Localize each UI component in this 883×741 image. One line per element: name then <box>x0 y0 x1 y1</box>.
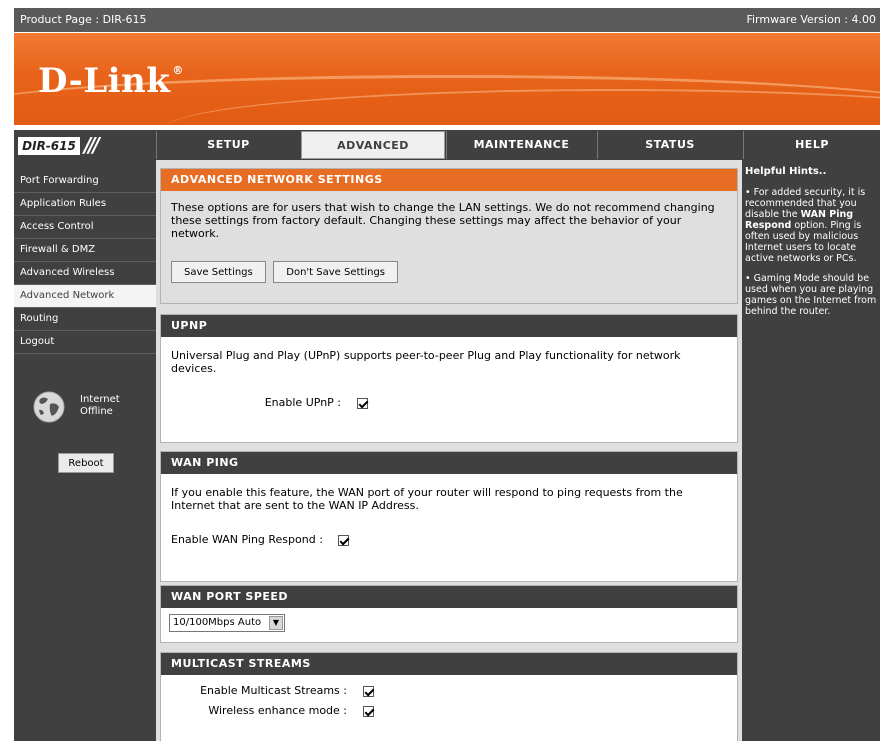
sidebar-item-logout[interactable]: Logout <box>14 331 156 354</box>
panel-title: WAN PING <box>161 452 737 474</box>
sidebar-item-advanced-network[interactable]: Advanced Network <box>14 285 156 308</box>
wireless-enhance-checkbox[interactable] <box>362 705 374 717</box>
wireless-enhance-label: Wireless enhance mode : <box>208 704 347 717</box>
wan-ping-panel: WAN PING If you enable this feature, the… <box>160 451 738 582</box>
model-slashes: /// <box>84 133 100 157</box>
dont-save-settings-button[interactable]: Don't Save Settings <box>273 261 398 283</box>
tab-maintenance[interactable]: MAINTENANCE <box>446 131 596 159</box>
brand-header: D-Link ® <box>14 33 880 125</box>
panel-title: WAN PORT SPEED <box>161 586 737 608</box>
upnp-description: Universal Plug and Play (UPnP) supports … <box>171 349 681 375</box>
save-settings-button[interactable]: Save Settings <box>171 261 266 283</box>
enable-wan-ping-label: Enable WAN Ping Respond : <box>171 533 323 546</box>
tab-advanced[interactable]: ADVANCED <box>301 131 445 159</box>
sidebar-item-firewall-dmz[interactable]: Firewall & DMZ <box>14 239 156 262</box>
help-title: Helpful Hints.. <box>745 166 827 177</box>
wan-ping-description: If you enable this feature, the WAN port… <box>171 486 683 512</box>
dlink-logo: D-Link ® <box>38 61 184 101</box>
main-nav: DIR-615 /// SETUP ADVANCED MAINTENANCE S… <box>14 130 880 160</box>
sidebar-item-access-control[interactable]: Access Control <box>14 216 156 239</box>
advanced-network-settings-panel: ADVANCED NETWORK SETTINGS These options … <box>160 168 738 304</box>
tab-status[interactable]: STATUS <box>597 131 742 159</box>
main-content: ADVANCED NETWORK SETTINGS These options … <box>156 160 742 741</box>
advanced-description: These options are for users that wish to… <box>171 201 715 240</box>
sidebar-item-advanced-wireless[interactable]: Advanced Wireless <box>14 262 156 285</box>
model-badge: DIR-615 /// <box>14 130 156 160</box>
help-panel: Helpful Hints.. • For added security, it… <box>742 160 880 741</box>
enable-multicast-checkbox[interactable] <box>362 685 374 697</box>
panel-title: ADVANCED NETWORK SETTINGS <box>161 169 737 191</box>
sidebar-item-port-forwarding[interactable]: Port Forwarding <box>14 170 156 193</box>
top-info-bar: Product Page : DIR-615 Firmware Version … <box>14 8 880 32</box>
internet-status: Internet Offline <box>32 390 142 430</box>
sidebar-item-routing[interactable]: Routing <box>14 308 156 331</box>
model-name: DIR-615 <box>18 137 80 155</box>
panel-title: MULTICAST STREAMS <box>161 653 737 675</box>
enable-wan-ping-checkbox[interactable] <box>338 534 350 546</box>
product-page-label: Product Page : DIR-615 <box>20 13 147 26</box>
chevron-down-icon[interactable]: ▼ <box>269 616 283 630</box>
page: { "topbar": { "product": "Product Page :… <box>0 0 883 741</box>
reboot-button[interactable]: Reboot <box>58 453 114 473</box>
enable-upnp-checkbox[interactable] <box>356 397 368 409</box>
enable-multicast-label: Enable Multicast Streams : <box>200 684 347 697</box>
wan-port-speed-select[interactable]: 10/100Mbps Auto ▼ <box>169 614 285 632</box>
internet-status-text: Internet Offline <box>80 394 120 417</box>
tab-setup[interactable]: SETUP <box>156 131 300 159</box>
sidebar-item-application-rules[interactable]: Application Rules <box>14 193 156 216</box>
globe-icon <box>33 391 65 423</box>
enable-upnp-label: Enable UPnP : <box>264 396 341 409</box>
firmware-version-label: Firmware Version : 4.00 <box>746 13 876 26</box>
tab-help[interactable]: HELP <box>743 131 880 159</box>
help-hint-wan-ping: • For added security, it is recommended … <box>745 187 866 264</box>
sidebar: Port Forwarding Application Rules Access… <box>14 160 156 741</box>
panel-title: UPNP <box>161 315 737 337</box>
multicast-streams-panel: MULTICAST STREAMS Enable Multicast Strea… <box>160 652 738 741</box>
help-hint-gaming-mode: • Gaming Mode should be used when you ar… <box>745 273 877 317</box>
upnp-panel: UPNP Universal Plug and Play (UPnP) supp… <box>160 314 738 443</box>
wan-port-speed-panel: WAN PORT SPEED 10/100Mbps Auto ▼ <box>160 585 738 643</box>
